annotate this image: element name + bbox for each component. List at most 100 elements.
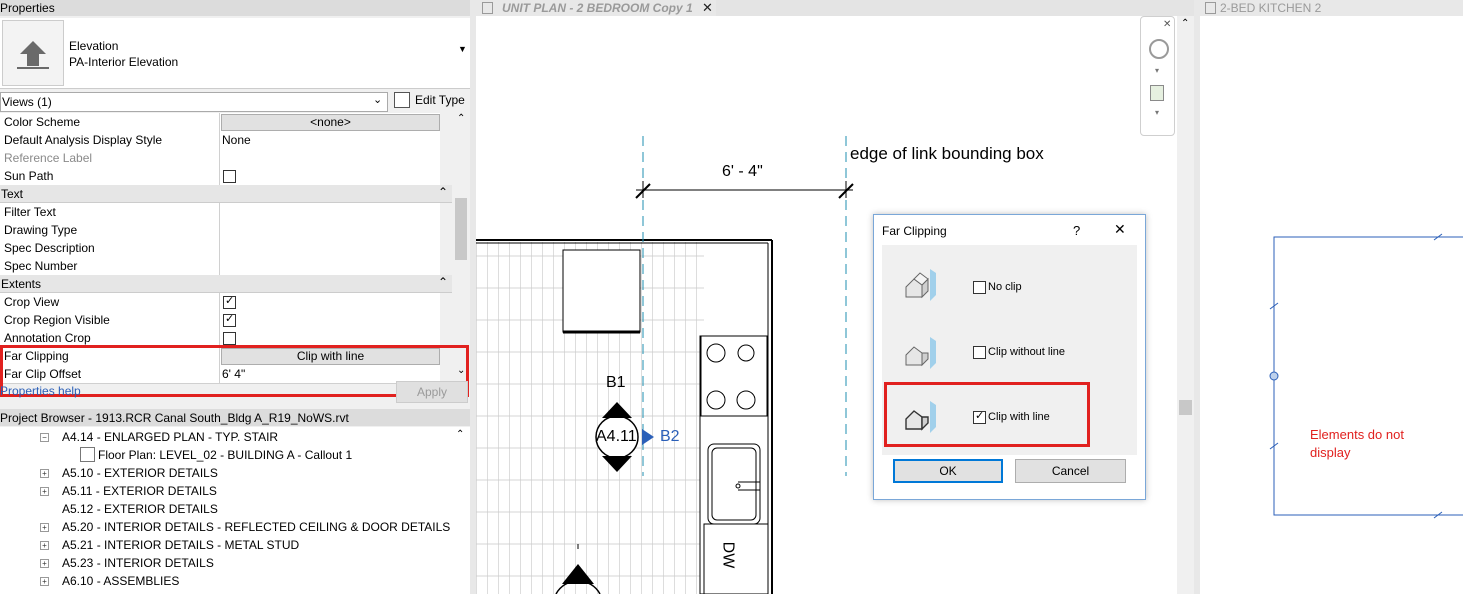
color-scheme-button[interactable]: <none> bbox=[221, 114, 440, 131]
group-extents[interactable]: Extents ⌃ bbox=[0, 275, 452, 293]
tree-item-a4-14[interactable]: A4.14 - ENLARGED PLAN - TYP. STAIR bbox=[62, 430, 278, 444]
prop-row-sun-path: Sun Path bbox=[0, 167, 440, 186]
clip-without-line-label: Clip without line bbox=[988, 346, 1066, 358]
properties-header: Properties bbox=[0, 0, 470, 16]
floor-plan-icon bbox=[80, 447, 95, 462]
expand-icon[interactable]: + bbox=[40, 523, 49, 532]
properties-help-link[interactable]: Properties help bbox=[0, 384, 81, 398]
help-button[interactable]: ? bbox=[1073, 223, 1080, 238]
view-canvas-kitchen[interactable]: Elements do not display bbox=[1200, 16, 1463, 594]
scroll-thumb[interactable] bbox=[455, 198, 467, 260]
views-selector[interactable]: Views (1) ⌄ bbox=[0, 92, 388, 112]
edit-type-icon bbox=[394, 92, 410, 108]
type-dropdown-icon[interactable]: ▼ bbox=[458, 44, 467, 54]
annotation-text: edge of link bounding box bbox=[850, 144, 1044, 163]
scroll-up-icon[interactable]: ⌃ bbox=[1181, 18, 1189, 29]
expand-icon[interactable]: + bbox=[40, 559, 49, 568]
collapse-icon[interactable]: − bbox=[40, 433, 49, 442]
tree-item-a5-21[interactable]: A5.21 - INTERIOR DETAILS - METAL STUD bbox=[62, 538, 299, 552]
edit-type-label: Edit Type bbox=[415, 93, 465, 107]
elevation-tag-b2[interactable]: B2 bbox=[660, 428, 680, 446]
sheet-icon bbox=[482, 2, 493, 14]
note-text: Elements do not display bbox=[1310, 427, 1404, 460]
prop-label: Filter Text bbox=[4, 205, 56, 219]
chevron-down-icon: ⌄ bbox=[373, 94, 383, 106]
prop-label: Spec Number bbox=[4, 259, 78, 273]
tree-item-a6-10[interactable]: A6.10 - ASSEMBLIES bbox=[62, 574, 179, 588]
steering-wheel-icon[interactable] bbox=[1149, 39, 1169, 59]
tab-unit-plan[interactable]: UNIT PLAN - 2 BEDROOM Copy 1 ✕ bbox=[476, 0, 716, 16]
apply-button[interactable]: Apply bbox=[396, 381, 468, 403]
prop-label: Reference Label bbox=[4, 151, 93, 165]
expand-icon[interactable]: + bbox=[40, 577, 49, 586]
properties-scrollbar[interactable]: ⌃ ⌄ bbox=[453, 113, 469, 381]
prop-label: Default Analysis Display Style bbox=[4, 133, 163, 147]
prop-row-drawing-type: Drawing Type bbox=[0, 221, 440, 240]
prop-label: Sun Path bbox=[4, 169, 54, 183]
navigation-bar: ✕ ▾ ▾ bbox=[1140, 16, 1175, 136]
expand-icon[interactable]: + bbox=[40, 487, 49, 496]
expand-icon[interactable]: + bbox=[40, 541, 49, 550]
analysis-style-value[interactable]: None bbox=[222, 133, 251, 147]
group-label: Text bbox=[1, 187, 24, 201]
group-text[interactable]: Text ⌃ bbox=[0, 185, 452, 203]
tree-item-floor-plan[interactable]: Floor Plan: LEVEL_02 - BUILDING A - Call… bbox=[98, 448, 352, 462]
dropdown-icon[interactable]: ▾ bbox=[1155, 108, 1159, 117]
dropdown-icon[interactable]: ▾ bbox=[1155, 66, 1159, 75]
collapse-icon: ⌃ bbox=[437, 275, 448, 289]
elevation-type-icon bbox=[2, 20, 64, 86]
tree-item-a5-10[interactable]: A5.10 - EXTERIOR DETAILS bbox=[62, 466, 218, 480]
properties-panel: Properties Elevation PA-Interior Elevati… bbox=[0, 0, 470, 594]
tab-label: 2-BED KITCHEN 2 bbox=[1220, 1, 1322, 15]
clip-without-line-checkbox[interactable] bbox=[973, 346, 986, 359]
clip-without-line-icon bbox=[904, 333, 944, 373]
prop-row-reference-label: Reference Label bbox=[0, 149, 440, 168]
scroll-thumb[interactable] bbox=[1179, 400, 1192, 415]
annotation-crop-checkbox[interactable] bbox=[223, 332, 236, 345]
ok-button[interactable]: OK bbox=[893, 459, 1003, 483]
dimension-label: 6' - 4" bbox=[722, 163, 763, 180]
elevation-tag-number[interactable]: A4.11 bbox=[596, 428, 637, 446]
prop-label: Crop Region Visible bbox=[4, 313, 110, 327]
view-scrollbar[interactable]: ⌃ bbox=[1177, 16, 1194, 594]
dialog-title: Far Clipping bbox=[882, 224, 947, 238]
zoom-icon[interactable] bbox=[1150, 85, 1164, 101]
no-clip-icon bbox=[904, 265, 944, 305]
tab-strip-background bbox=[716, 0, 1194, 16]
close-button[interactable]: ✕ bbox=[1114, 221, 1126, 238]
prop-row-crop-region-visible: Crop Region Visible bbox=[0, 311, 440, 330]
far-clipping-dialog: Far Clipping ? ✕ No clip Clip without li… bbox=[873, 214, 1146, 500]
sun-path-checkbox[interactable] bbox=[223, 170, 236, 183]
prop-row-filter-text: Filter Text bbox=[0, 203, 440, 222]
project-browser-tree: − A4.14 - ENLARGED PLAN - TYP. STAIR Flo… bbox=[0, 427, 470, 594]
tree-item-a5-11[interactable]: A5.11 - EXTERIOR DETAILS bbox=[62, 484, 217, 498]
properties-title: Properties bbox=[0, 1, 55, 15]
cancel-button[interactable]: Cancel bbox=[1015, 459, 1126, 483]
edit-type-button[interactable]: Edit Type bbox=[393, 91, 467, 109]
tree-item-a5-12[interactable]: A5.12 - EXTERIOR DETAILS bbox=[62, 502, 218, 516]
tree-item-a5-23[interactable]: A5.23 - INTERIOR DETAILS bbox=[62, 556, 214, 570]
properties-grid: Color Scheme <none> Default Analysis Dis… bbox=[0, 113, 470, 384]
clip-with-line-highlight bbox=[884, 382, 1090, 447]
close-icon[interactable]: ✕ bbox=[1163, 19, 1171, 30]
sheet-icon bbox=[1205, 2, 1216, 14]
tree-item-a5-20[interactable]: A5.20 - INTERIOR DETAILS - REFLECTED CEI… bbox=[62, 520, 450, 534]
elevation-crop-region bbox=[1269, 233, 1463, 519]
prop-row-spec-description: Spec Description bbox=[0, 239, 440, 258]
scroll-up-icon[interactable]: ⌃ bbox=[456, 429, 464, 440]
scroll-up-icon[interactable]: ⌃ bbox=[457, 113, 465, 124]
prop-label: Annotation Crop bbox=[4, 331, 91, 345]
crop-region-visible-checkbox[interactable] bbox=[223, 312, 236, 327]
no-clip-checkbox[interactable] bbox=[973, 281, 986, 294]
prop-label: Crop View bbox=[4, 295, 60, 309]
tab-2-bed-kitchen[interactable]: 2-BED KITCHEN 2 bbox=[1200, 0, 1463, 16]
expand-icon[interactable]: + bbox=[40, 469, 49, 478]
crop-view-checkbox[interactable] bbox=[223, 294, 236, 309]
views-selector-label: Views (1) bbox=[2, 95, 52, 109]
dishwasher-label: DW bbox=[719, 541, 737, 569]
collapse-icon: ⌃ bbox=[437, 185, 448, 199]
type-selector[interactable]: Elevation PA-Interior Elevation ▼ bbox=[0, 18, 470, 89]
group-label: Extents bbox=[1, 277, 42, 291]
elevation-tag-b1[interactable]: B1 bbox=[606, 374, 626, 392]
close-icon[interactable]: ✕ bbox=[702, 0, 713, 16]
